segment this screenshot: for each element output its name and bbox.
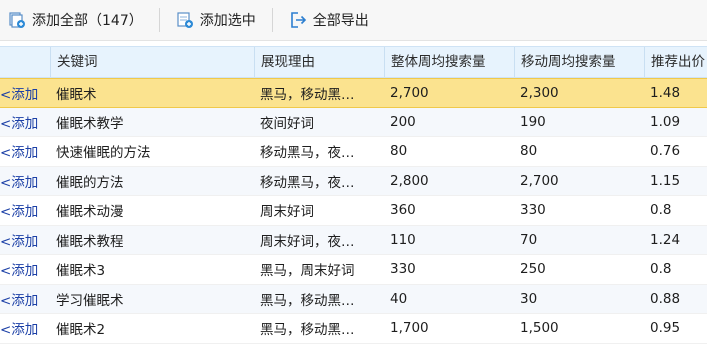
reason-cell: 黑马，移动黑… — [260, 292, 355, 309]
overall-search-cell: 80 — [390, 143, 408, 160]
column-header-recommended-bid[interactable]: 推荐出价 — [644, 47, 707, 77]
add-all-button[interactable]: 添加全部（147） — [0, 0, 151, 40]
add-keyword-link[interactable]: <添加 — [0, 196, 50, 225]
recommended-bid-cell: 0.76 — [650, 143, 681, 160]
keyword-cell: 催眠的方法 — [56, 174, 124, 191]
add-keyword-link[interactable]: <添加 — [0, 167, 50, 196]
overall-search-cell: 330 — [390, 261, 416, 278]
add-keyword-link[interactable]: <添加 — [0, 79, 50, 107]
reason-cell: 移动黑马，夜… — [260, 174, 355, 191]
export-all-button[interactable]: 全部导出 — [281, 0, 377, 40]
overall-search-cell: 2,700 — [390, 84, 429, 101]
reason-cell: 周末好词，夜… — [260, 233, 355, 250]
recommended-bid-cell: 0.88 — [650, 290, 681, 307]
recommended-bid-cell: 1.24 — [650, 231, 681, 248]
add-keyword-link[interactable]: <添加 — [0, 108, 50, 137]
column-header-reason[interactable]: 展现理由 — [254, 47, 384, 77]
add-keyword-link[interactable]: <添加 — [0, 285, 50, 314]
overall-search-cell: 360 — [390, 202, 416, 219]
overall-search-cell: 40 — [390, 290, 408, 307]
toolbar-divider — [271, 8, 273, 32]
keyword-table: 关键词 展现理由 整体周均搜索量 移动周均搜索量 推荐出价 <添加 催眠术 黑马，移… — [0, 46, 707, 344]
overall-search-cell: 2,800 — [390, 172, 429, 189]
mobile-search-cell: 30 — [520, 290, 538, 307]
table-row[interactable]: <添加 快速催眠的方法 移动黑马，夜… 80 80 0.76 — [0, 137, 707, 167]
recommended-bid-cell: 1.48 — [650, 84, 681, 101]
table-body: <添加 催眠术 黑马，移动黑… 2,700 2,300 1.48 <添加 催眠术教学 夜间好词 2… — [0, 78, 707, 344]
keyword-cell: 催眠术教学 — [56, 115, 124, 132]
add-all-label: 添加全部（147） — [32, 13, 143, 29]
keyword-cell: 催眠术3 — [56, 263, 106, 280]
table-row[interactable]: <添加 催眠术教学 夜间好词 200 190 1.09 — [0, 107, 707, 137]
column-header-keyword[interactable]: 关键词 — [50, 47, 254, 77]
recommended-bid-cell: 0.8 — [650, 202, 672, 219]
reason-cell: 周末好词 — [260, 204, 314, 221]
reason-cell: 黑马，移动黑… — [260, 322, 355, 339]
keyword-cell: 快速催眠的方法 — [56, 145, 151, 162]
add-keyword-link[interactable]: <添加 — [0, 226, 50, 255]
add-all-icon — [8, 11, 26, 29]
mobile-search-cell: 190 — [520, 113, 546, 130]
table-header: 关键词 展现理由 整体周均搜索量 移动周均搜索量 推荐出价 — [0, 46, 707, 78]
mobile-search-cell: 80 — [520, 143, 538, 160]
overall-search-cell: 110 — [390, 231, 416, 248]
add-selected-label: 添加选中 — [199, 13, 256, 29]
keyword-cell: 催眠术 — [56, 86, 97, 103]
mobile-search-cell: 330 — [520, 202, 546, 219]
toolbar: 添加全部（147） 添加选中 全部导出 — [0, 0, 707, 41]
add-selected-button[interactable]: 添加选中 — [168, 0, 264, 40]
overall-search-cell: 1,700 — [390, 320, 429, 337]
reason-cell: 夜间好词 — [260, 115, 314, 132]
recommended-bid-cell: 0.8 — [650, 261, 672, 278]
column-header-overall-search[interactable]: 整体周均搜索量 — [384, 47, 514, 77]
recommended-bid-cell: 1.09 — [650, 113, 681, 130]
keyword-cell: 催眠术教程 — [56, 233, 124, 250]
table-row[interactable]: <添加 催眠术 黑马，移动黑… 2,700 2,300 1.48 — [0, 78, 707, 108]
table-row[interactable]: <添加 催眠术动漫 周末好词 360 330 0.8 — [0, 196, 707, 226]
mobile-search-cell: 2,300 — [520, 84, 559, 101]
keyword-cell: 催眠术2 — [56, 322, 106, 339]
add-keyword-link[interactable]: <添加 — [0, 255, 50, 284]
mobile-search-cell: 70 — [520, 231, 538, 248]
reason-cell: 黑马，移动黑… — [260, 86, 355, 103]
mobile-search-cell: 1,500 — [520, 320, 559, 337]
add-selected-icon — [176, 11, 194, 29]
add-keyword-link[interactable]: <添加 — [0, 137, 50, 166]
add-keyword-link[interactable]: <添加 — [0, 314, 50, 343]
export-all-label: 全部导出 — [312, 13, 369, 29]
mobile-search-cell: 250 — [520, 261, 546, 278]
column-header-action — [0, 47, 50, 77]
overall-search-cell: 200 — [390, 113, 416, 130]
recommended-bid-cell: 1.15 — [650, 172, 681, 189]
table-row[interactable]: <添加 学习催眠术 黑马，移动黑… 40 30 0.88 — [0, 284, 707, 314]
keyword-cell: 学习催眠术 — [56, 292, 124, 309]
column-header-mobile-search[interactable]: 移动周均搜索量 — [514, 47, 644, 77]
export-icon — [289, 11, 307, 29]
recommended-bid-cell: 0.95 — [650, 320, 681, 337]
reason-cell: 黑马，周末好词 — [260, 263, 355, 280]
toolbar-divider — [158, 8, 160, 32]
mobile-search-cell: 2,700 — [520, 172, 559, 189]
reason-cell: 移动黑马，夜… — [260, 145, 355, 162]
table-row[interactable]: <添加 催眠术3 黑马，周末好词 330 250 0.8 — [0, 255, 707, 285]
keyword-cell: 催眠术动漫 — [56, 204, 124, 221]
table-row[interactable]: <添加 催眠术教程 周末好词，夜… 110 70 1.24 — [0, 225, 707, 255]
table-row[interactable]: <添加 催眠术2 黑马，移动黑… 1,700 1,500 0.95 — [0, 314, 707, 344]
table-row[interactable]: <添加 催眠的方法 移动黑马，夜… 2,800 2,700 1.15 — [0, 166, 707, 196]
